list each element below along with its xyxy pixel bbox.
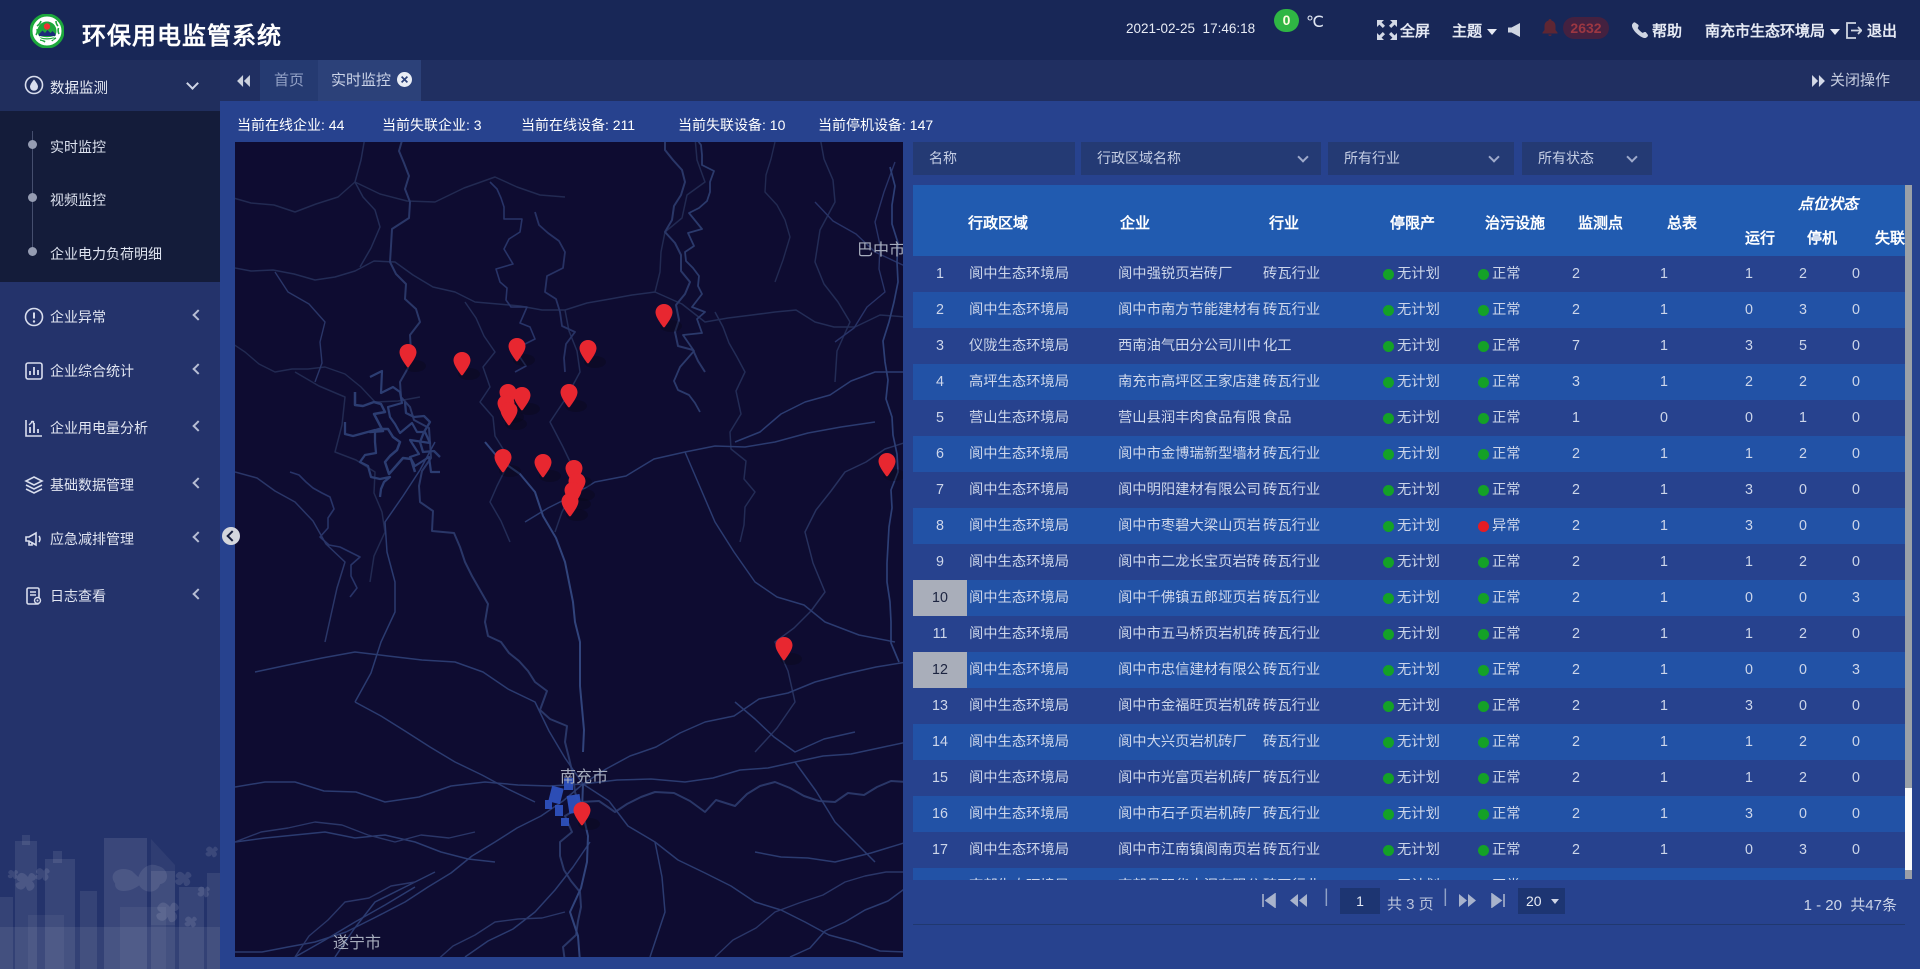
svg-text:南充市: 南充市 [560, 768, 608, 786]
svg-text:巴中市: 巴中市 [857, 241, 903, 259]
svg-text:遂宁市: 遂宁市 [333, 934, 381, 952]
